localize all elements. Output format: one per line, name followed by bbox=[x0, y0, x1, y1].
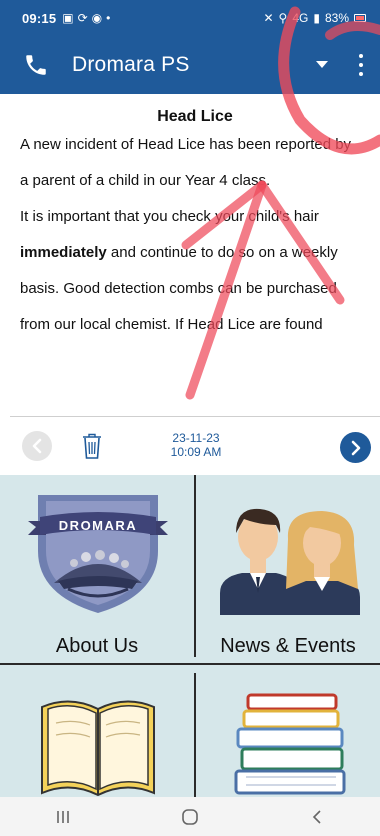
back-button[interactable] bbox=[297, 802, 337, 832]
tile-column-divider bbox=[194, 475, 196, 657]
battery-icon bbox=[354, 14, 366, 22]
location-icon: ⚲ bbox=[278, 11, 288, 25]
tile-label: News & Events bbox=[220, 635, 356, 657]
back-icon bbox=[312, 809, 321, 824]
status-time: 09:15 bbox=[22, 10, 57, 26]
mute-icon: ✕ bbox=[263, 11, 274, 25]
notice-time: 10:09 AM bbox=[170, 445, 222, 459]
notice-title: Head Lice bbox=[157, 108, 233, 125]
status-notification-icons: ▣ ⟳ ◉ • bbox=[62, 11, 110, 25]
system-navigation-bar bbox=[0, 797, 380, 836]
sync-icon: ⟳ bbox=[77, 11, 88, 25]
tile-news-events[interactable]: News & Events bbox=[196, 475, 380, 663]
app-bar: Dromara PS bbox=[0, 36, 380, 94]
notice-paragraph-emphasis: immediately and continue to do so on a w… bbox=[20, 243, 370, 262]
notice-paragraph: basis. Good detection combs can be purch… bbox=[20, 280, 337, 297]
dot-icon: • bbox=[106, 11, 111, 25]
notice-date: 23-11-23 bbox=[172, 431, 220, 445]
chevron-left-icon bbox=[32, 438, 42, 454]
notice-paragraph: A new incident of Head Lice has been rep… bbox=[20, 136, 352, 153]
tile-label: About Us bbox=[55, 635, 139, 657]
notice-timestamp: 23-11-23 10:09 AM bbox=[150, 431, 242, 459]
notice-paragraph: It is important that you check your chil… bbox=[20, 208, 319, 225]
phone-icon[interactable] bbox=[22, 51, 50, 79]
signal-icon: ▮ bbox=[313, 11, 320, 25]
notice-paragraph: from our local chemist. If Head Lice are… bbox=[20, 316, 323, 333]
emphasis-word: immediately bbox=[20, 244, 107, 261]
menu-tiles: DROMARA About Us News & Events bbox=[0, 475, 380, 797]
caret-down-icon[interactable] bbox=[314, 57, 330, 73]
next-notice-button[interactable] bbox=[340, 432, 371, 463]
status-bar: 09:15 ▣ ⟳ ◉ • ✕ ⚲ 4G ▮ 83% bbox=[0, 0, 380, 36]
crest-text: DROMARA bbox=[59, 518, 137, 533]
notice-paragraph: a parent of a child in our Year 4 class. bbox=[20, 172, 271, 189]
notice-navigation: 23-11-23 10:09 AM bbox=[0, 417, 380, 475]
tile-about-us[interactable]: DROMARA About Us bbox=[0, 475, 194, 663]
signal-label: 4G bbox=[292, 11, 309, 25]
home-button[interactable] bbox=[170, 802, 210, 832]
school-crest-icon: DROMARA bbox=[28, 495, 168, 613]
recent-apps-button[interactable] bbox=[43, 802, 83, 832]
previous-notice-button[interactable] bbox=[22, 431, 52, 461]
recent-apps-icon bbox=[57, 810, 70, 823]
app-actions bbox=[314, 54, 366, 76]
open-book-icon bbox=[41, 700, 155, 797]
status-system-icons: ✕ ⚲ 4G ▮ 83% bbox=[263, 11, 366, 25]
chevron-right-icon bbox=[351, 440, 360, 455]
notice-content: Head Lice A new incident of Head Lice ha… bbox=[10, 94, 380, 416]
tile-books[interactable] bbox=[196, 665, 380, 797]
notice-paragraph-rest: and continue to do so on a weekly bbox=[110, 244, 338, 261]
more-vert-icon[interactable] bbox=[356, 54, 366, 76]
app-title: Dromara PS bbox=[72, 53, 190, 76]
trash-icon bbox=[83, 433, 101, 459]
gallery-icon: ▣ bbox=[62, 11, 74, 25]
tile-book[interactable] bbox=[0, 665, 194, 797]
delete-notice-button[interactable] bbox=[80, 431, 104, 461]
people-icon bbox=[220, 508, 360, 615]
app-notification-icon: ◉ bbox=[91, 11, 103, 25]
battery-percent: 83% bbox=[324, 11, 349, 25]
home-icon bbox=[182, 808, 198, 825]
book-stack-icon bbox=[234, 693, 346, 795]
